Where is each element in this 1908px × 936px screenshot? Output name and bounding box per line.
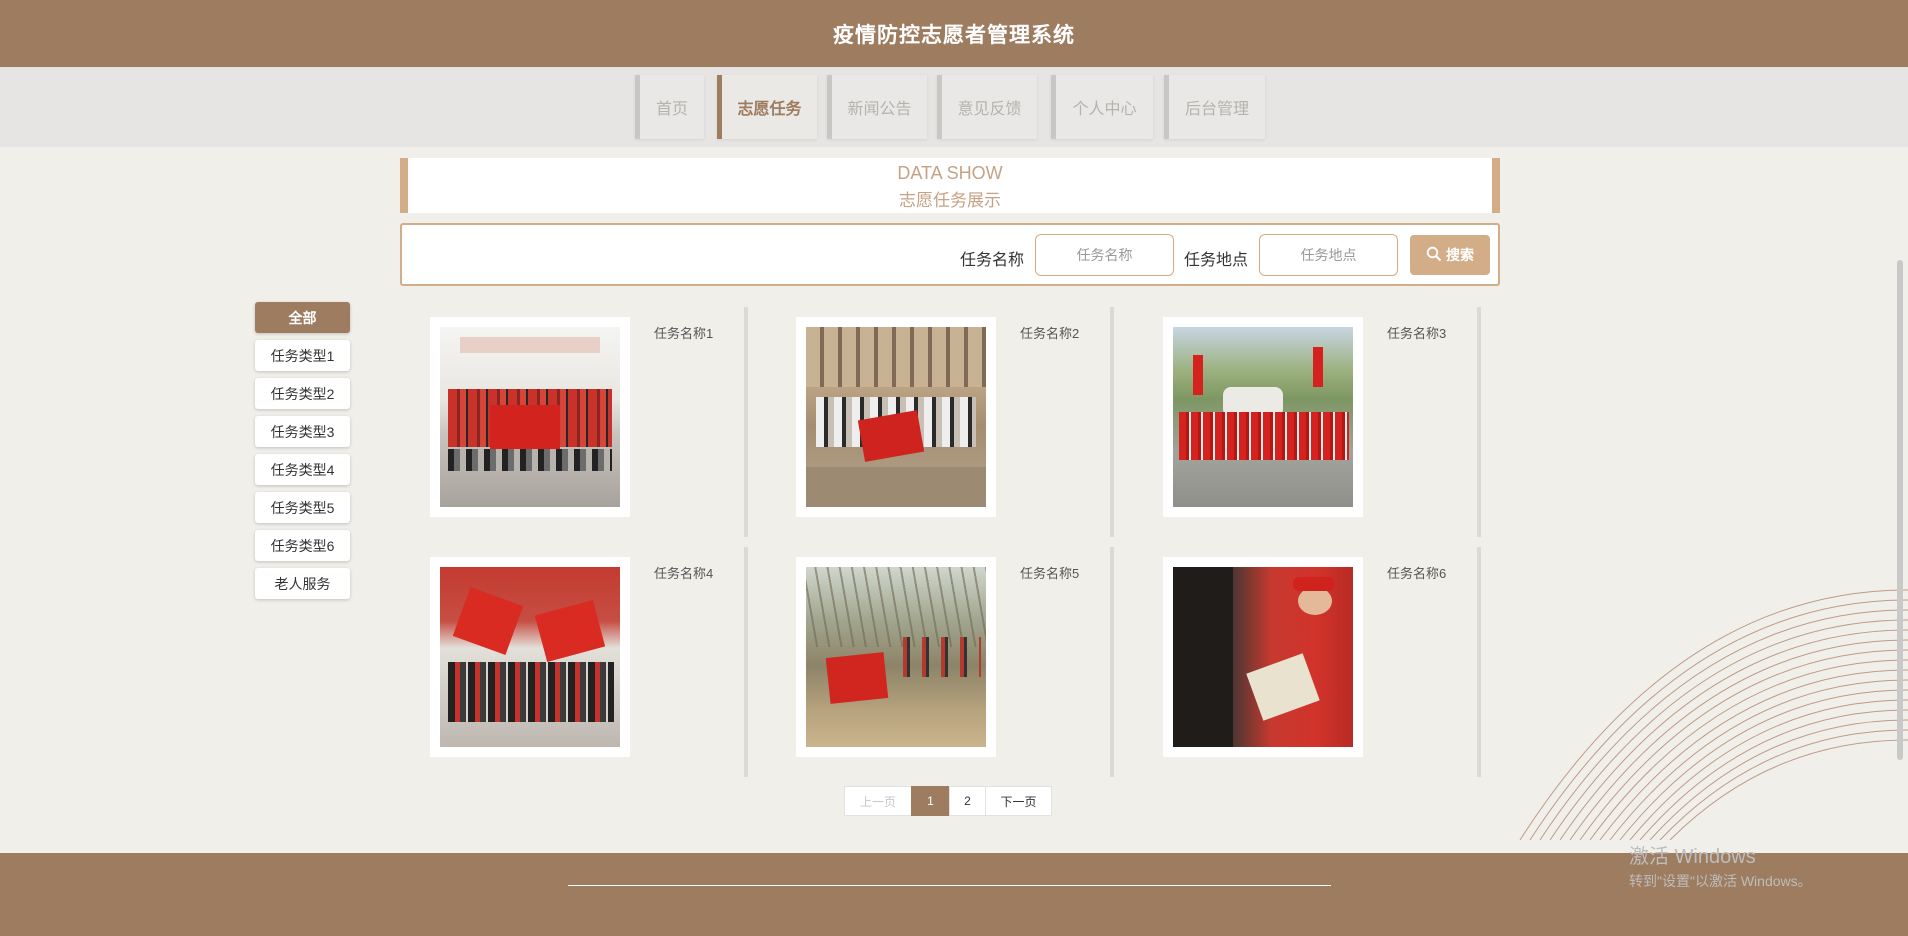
card-divider (1110, 547, 1114, 777)
group-photo-icon (440, 327, 620, 507)
site-footer (0, 853, 1908, 936)
task-name-label: 任务名称 (960, 252, 1025, 269)
task-card[interactable]: 任务名称4 (430, 547, 760, 787)
group-photo-icon (1173, 327, 1353, 507)
page-2-button[interactable]: 2 (949, 786, 986, 816)
task-photo-frame[interactable] (796, 557, 996, 757)
task-photo-frame[interactable] (1163, 557, 1363, 757)
group-photo-icon (1173, 567, 1353, 747)
page-1-button[interactable]: 1 (911, 786, 950, 816)
windows-activation-watermark: 激活 Windows 转到"设置"以激活 Windows。 (1629, 840, 1812, 891)
page-scrollbar[interactable] (1897, 260, 1903, 760)
task-title[interactable]: 任务名称4 (654, 563, 713, 582)
site-header: 疫情防控志愿者管理系统 (0, 0, 1908, 67)
search-icon (1426, 246, 1442, 265)
task-card[interactable]: 任务名称3 (1163, 307, 1493, 547)
nav-item-admin[interactable]: 后台管理 (1164, 75, 1265, 139)
task-title[interactable]: 任务名称1 (654, 323, 713, 342)
category-all[interactable]: 全部 (255, 302, 350, 333)
task-title[interactable]: 任务名称5 (1020, 563, 1079, 582)
group-photo-icon (440, 567, 620, 747)
task-photo-frame[interactable] (430, 317, 630, 517)
task-card[interactable]: 任务名称5 (796, 547, 1126, 787)
task-location-input[interactable] (1259, 234, 1398, 276)
category-type-1[interactable]: 任务类型1 (255, 340, 350, 371)
banner-title-cn: 志愿任务展示 (899, 191, 1001, 210)
task-location-label: 任务地点 (1184, 252, 1249, 269)
category-elderly-service[interactable]: 老人服务 (255, 568, 350, 599)
activation-line-1: 激活 Windows (1629, 846, 1756, 868)
data-show-banner: DATA SHOW 志愿任务展示 (400, 158, 1500, 213)
banner-title-en: DATA SHOW (897, 163, 1003, 183)
task-title[interactable]: 任务名称2 (1020, 323, 1079, 342)
card-divider (1477, 547, 1481, 777)
card-divider (744, 307, 748, 537)
category-type-4[interactable]: 任务类型4 (255, 454, 350, 485)
group-photo-icon (806, 567, 986, 747)
site-title: 疫情防控志愿者管理系统 (833, 23, 1075, 47)
task-photo-frame[interactable] (796, 317, 996, 517)
nav-item-feedback[interactable]: 意见反馈 (937, 75, 1037, 139)
category-type-5[interactable]: 任务类型5 (255, 492, 350, 523)
task-card[interactable]: 任务名称6 (1163, 547, 1493, 787)
task-card[interactable]: 任务名称2 (796, 307, 1126, 547)
category-type-2[interactable]: 任务类型2 (255, 378, 350, 409)
task-photo-frame[interactable] (430, 557, 630, 757)
category-type-3[interactable]: 任务类型3 (255, 416, 350, 447)
decorative-arcs (1519, 589, 1908, 840)
search-button[interactable]: 搜索 (1410, 235, 1490, 275)
group-photo-icon (806, 327, 986, 507)
card-divider (1110, 307, 1114, 537)
nav-item-home[interactable]: 首页 (635, 75, 704, 139)
next-page-button[interactable]: 下一页 (985, 786, 1052, 816)
task-photo-frame[interactable] (1163, 317, 1363, 517)
main-nav: 首页 志愿任务 新闻公告 意见反馈 个人中心 后台管理 (0, 67, 1908, 147)
task-name-input[interactable] (1035, 234, 1174, 276)
search-bar: 任务名称 任务地点 搜索 (400, 223, 1500, 286)
nav-item-news[interactable]: 新闻公告 (827, 75, 927, 139)
prev-page-button[interactable]: 上一页 (844, 786, 912, 816)
search-button-label: 搜索 (1446, 247, 1474, 263)
footer-divider (568, 885, 1331, 886)
nav-item-personal-center[interactable]: 个人中心 (1051, 75, 1153, 139)
category-type-6[interactable]: 任务类型6 (255, 530, 350, 561)
task-title[interactable]: 任务名称6 (1387, 563, 1446, 582)
card-divider (1477, 307, 1481, 537)
nav-item-volunteer-tasks[interactable]: 志愿任务 (717, 75, 817, 139)
activation-line-2: 转到"设置"以激活 Windows。 (1629, 873, 1812, 889)
task-card[interactable]: 任务名称1 (430, 307, 760, 547)
task-title[interactable]: 任务名称3 (1387, 323, 1446, 342)
card-divider (744, 547, 748, 777)
pagination: 上一页 1 2 下一页 (844, 786, 1052, 816)
